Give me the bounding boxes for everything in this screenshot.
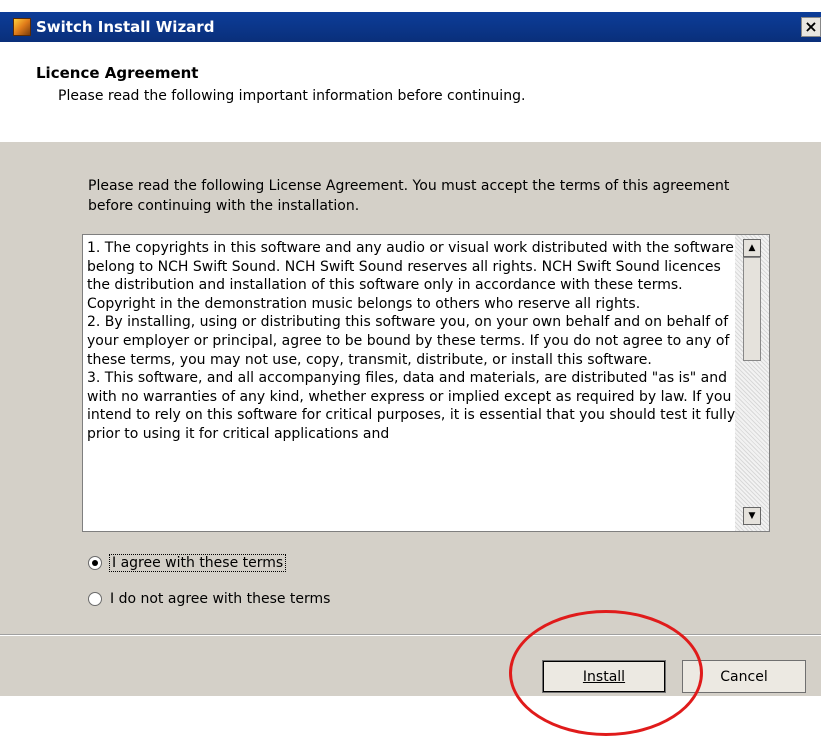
- vertical-scrollbar[interactable]: ▲ ▼: [735, 235, 769, 531]
- cancel-button[interactable]: Cancel: [682, 660, 806, 693]
- install-button-label: Install: [582, 668, 626, 685]
- wizard-footer: Install Cancel: [0, 636, 821, 696]
- page-subtitle: Please read the following important info…: [58, 88, 526, 104]
- license-text: 1. The copyrights in this software and a…: [87, 240, 736, 442]
- close-icon: ×: [804, 17, 818, 36]
- scroll-thumb[interactable]: [743, 257, 761, 361]
- disagree-label[interactable]: I do not agree with these terms: [110, 591, 330, 607]
- disagree-option[interactable]: I do not agree with these terms: [88, 588, 330, 610]
- cancel-button-label: Cancel: [720, 668, 768, 685]
- title-bar[interactable]: Switch Install Wizard ×: [0, 12, 821, 42]
- agree-option[interactable]: I agree with these terms: [88, 552, 287, 574]
- window-title: Switch Install Wizard: [36, 18, 215, 36]
- license-instructions: Please read the following License Agreem…: [88, 178, 730, 214]
- install-button[interactable]: Install: [542, 660, 666, 693]
- outer-background: [0, 696, 821, 723]
- scroll-down-arrow-icon: ▼: [748, 511, 756, 521]
- disagree-radio[interactable]: [88, 592, 102, 606]
- page-title: Licence Agreement: [36, 64, 199, 82]
- wizard-header: Licence Agreement Please read the follow…: [0, 42, 821, 184]
- app-icon: [13, 18, 31, 36]
- scroll-up-button[interactable]: ▲: [743, 239, 761, 257]
- scroll-down-button[interactable]: ▼: [743, 507, 761, 525]
- license-text-box[interactable]: 1. The copyrights in this software and a…: [82, 234, 770, 532]
- wizard-body: Please read the following License Agreem…: [0, 142, 821, 635]
- agree-radio[interactable]: [88, 556, 102, 570]
- agree-label[interactable]: I agree with these terms: [108, 554, 287, 572]
- scroll-up-arrow-icon: ▲: [748, 243, 756, 253]
- close-button[interactable]: ×: [801, 17, 821, 37]
